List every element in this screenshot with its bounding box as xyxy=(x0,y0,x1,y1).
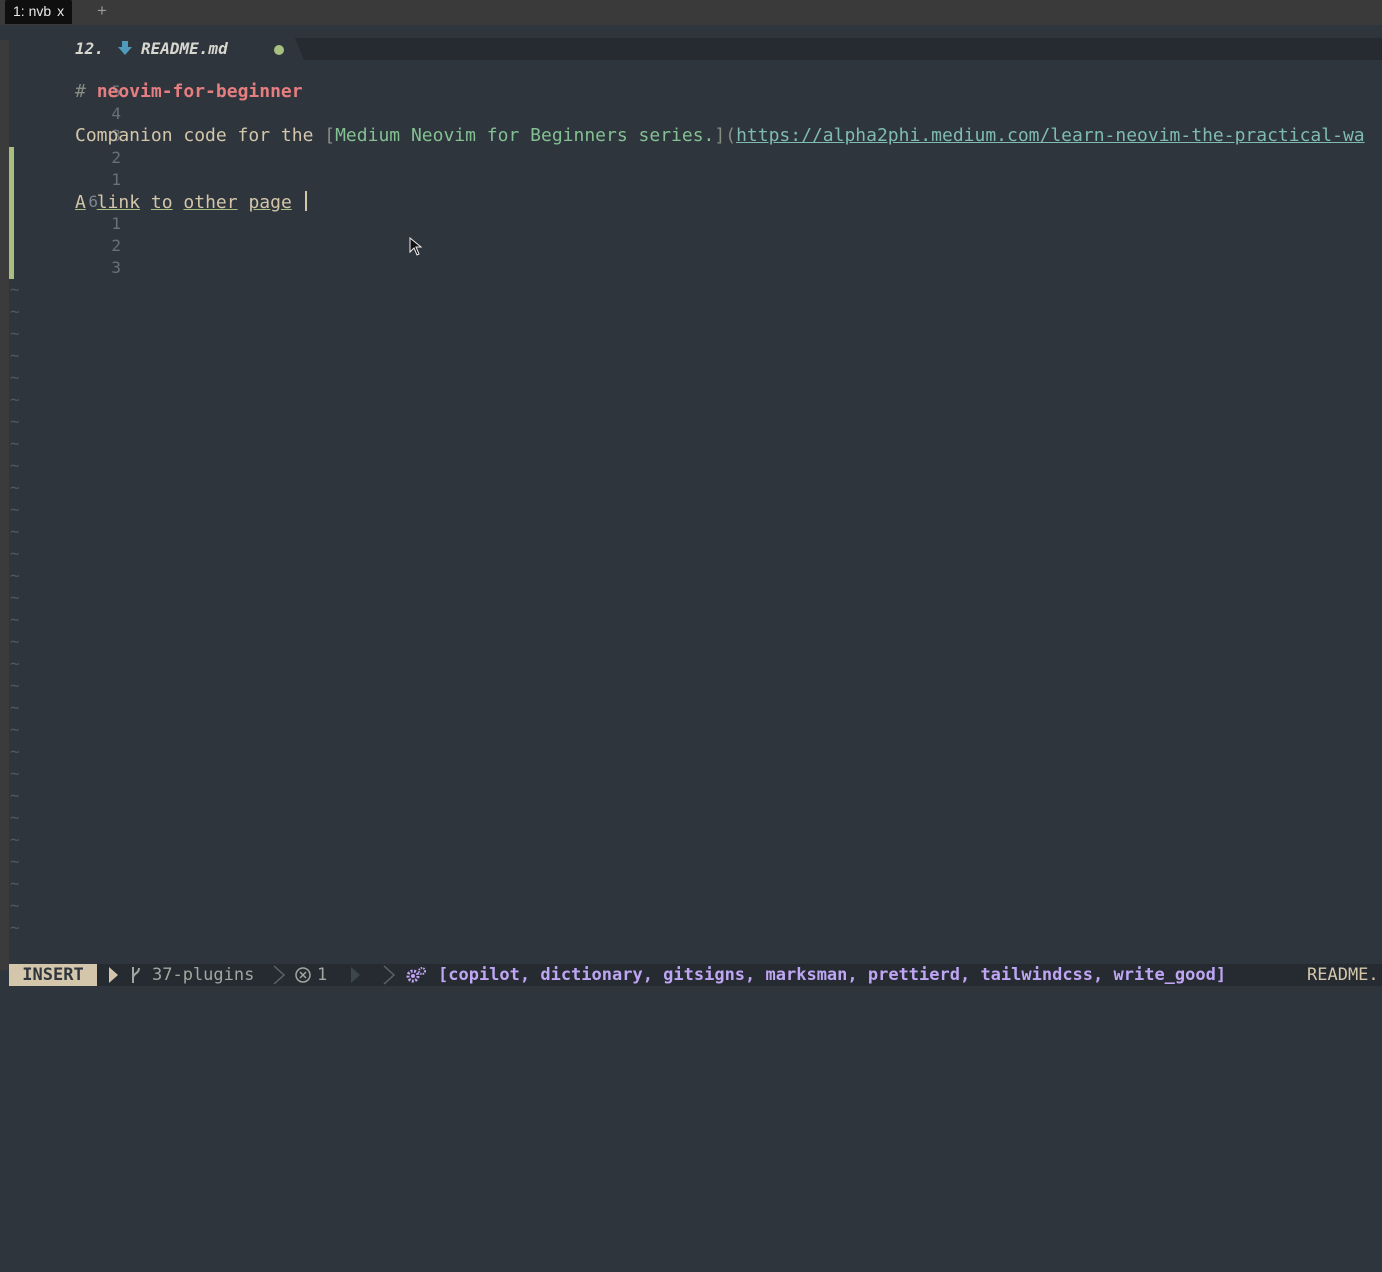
editor-line: 1 xyxy=(0,213,1382,235)
markdown-link-url[interactable]: https://alpha2phi.medium.com/learn-neovi… xyxy=(736,125,1365,146)
tilde-filler: ~ xyxy=(10,434,20,453)
gears-icon xyxy=(406,967,426,983)
tilde-filler: ~ xyxy=(10,368,20,387)
line-number: 3 xyxy=(111,258,122,277)
tilde-filler: ~ xyxy=(10,500,20,519)
tilde-filler: ~ xyxy=(10,610,20,629)
buffer-number: 12. xyxy=(75,39,104,58)
spell-word: A xyxy=(75,192,86,213)
spell-word: other xyxy=(183,192,238,213)
line-number: 4 xyxy=(111,104,122,123)
heading-text: neovim-for-beginner xyxy=(96,81,303,102)
command-line[interactable] xyxy=(0,986,1382,1019)
new-tab-button[interactable]: + xyxy=(97,0,107,24)
terminal-tab-label: 1: nvb xyxy=(13,3,52,19)
terminal-tab-close-icon[interactable]: x xyxy=(57,3,64,19)
tilde-filler: ~ xyxy=(10,698,20,717)
line-number: 1 xyxy=(111,170,122,189)
tilde-filler: ~ xyxy=(10,280,20,299)
statusline-filename: README. xyxy=(1307,965,1379,985)
editor-line: 2 xyxy=(0,147,1382,169)
buffer-filename: README.md xyxy=(141,39,228,58)
tilde-filler: ~ xyxy=(10,654,20,673)
mode-separator-icon xyxy=(109,967,118,983)
tilde-filler: ~ xyxy=(10,390,20,409)
tilde-filler: ~ xyxy=(10,522,20,541)
statusline: INSERT 37-plugins 1 [copilot, dictionary… xyxy=(9,964,1382,986)
tilde-filler: ~ xyxy=(10,896,20,915)
separator-chevron-icon xyxy=(383,965,395,985)
tilde-filler: ~ xyxy=(10,302,20,321)
tilde-filler: ~ xyxy=(10,588,20,607)
diagnostics-count[interactable]: 1 xyxy=(317,964,327,986)
tilde-filler: ~ xyxy=(10,808,20,827)
line-number: 2 xyxy=(111,148,122,167)
editor-line: 3 Companion code for the [Medium Neovim … xyxy=(0,125,1382,147)
tilde-filler: ~ xyxy=(10,764,20,783)
tilde-filler: ~ xyxy=(10,720,20,739)
tilde-filler: ~ xyxy=(10,852,20,871)
tilde-filler: ~ xyxy=(10,478,20,497)
tilde-filler: ~ xyxy=(10,874,20,893)
spell-word: link xyxy=(96,192,141,213)
spell-word: to xyxy=(150,192,173,213)
line-number: 2 xyxy=(111,236,122,255)
neovim-window: 12. README.md 5 # neovim-for-beginner 4 … xyxy=(0,25,1382,1019)
separator-arrow-icon xyxy=(351,967,360,983)
tilde-filler: ~ xyxy=(10,456,20,475)
git-branch-icon xyxy=(132,967,140,983)
error-circle-icon xyxy=(295,967,311,983)
editor-line: 1 xyxy=(0,169,1382,191)
spell-word: page xyxy=(248,192,292,213)
mode-indicator: INSERT xyxy=(9,964,97,986)
tilde-filler: ~ xyxy=(10,566,20,585)
tilde-filler: ~ xyxy=(10,918,20,937)
line-number: 1 xyxy=(111,214,122,233)
terminal-tab-nvb[interactable]: 1: nvb x xyxy=(5,0,73,24)
link-open-bracket: [ xyxy=(324,125,336,146)
tilde-filler: ~ xyxy=(10,324,20,343)
tilde-filler: ~ xyxy=(10,786,20,805)
markdown-file-icon xyxy=(118,41,132,55)
separator-chevron-icon xyxy=(273,965,285,985)
tilde-filler: ~ xyxy=(10,632,20,651)
tilde-filler: ~ xyxy=(10,742,20,761)
editor-line: 2 xyxy=(0,235,1382,257)
tilde-filler: ~ xyxy=(10,676,20,695)
heading-marker: # xyxy=(75,81,86,102)
tilde-filler: ~ xyxy=(10,830,20,849)
tilde-filler: ~ xyxy=(10,346,20,365)
editor-line: 5 # neovim-for-beginner xyxy=(0,81,1382,103)
tilde-filler: ~ xyxy=(10,544,20,563)
link-mid-bracket: ]( xyxy=(714,125,737,146)
editor-line: 3 xyxy=(0,257,1382,279)
git-branch-name[interactable]: 37-plugins xyxy=(152,964,254,986)
terminal-tabbar: 1: nvb x + xyxy=(0,0,1382,25)
markdown-link-text: Medium Neovim for Beginners series. xyxy=(335,125,715,146)
mouse-pointer-icon xyxy=(409,237,423,256)
tilde-filler: ~ xyxy=(10,412,20,431)
current-line: 6 A link to other page xyxy=(0,191,1382,213)
text-cursor xyxy=(304,191,307,211)
editor-line: 4 xyxy=(0,103,1382,125)
paragraph-text: Companion code for the xyxy=(75,125,325,146)
buffer-modified-indicator xyxy=(274,45,284,55)
lsp-clients: [copilot, dictionary, gitsigns, marksman… xyxy=(438,965,1227,985)
